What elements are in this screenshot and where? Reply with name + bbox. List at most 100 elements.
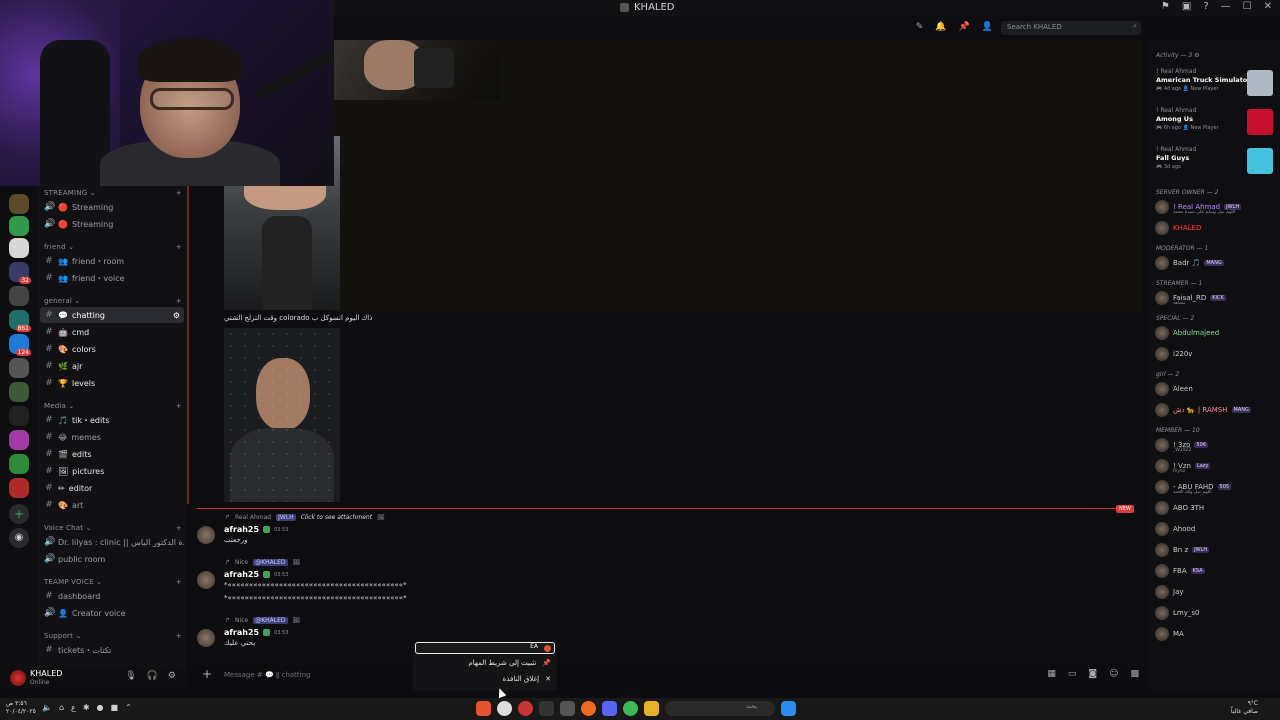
server-icon[interactable]	[9, 478, 29, 498]
search-input[interactable]: Search KHALED ⌕	[1001, 21, 1141, 35]
category-teamp-voice[interactable]: TEAMP VOICE ⌄ +	[44, 578, 182, 586]
category-friend[interactable]: friend ⌄ +	[44, 243, 182, 251]
members-icon[interactable]: 👤	[982, 22, 993, 32]
message-author[interactable]: afrah25 03:53	[224, 525, 288, 534]
channel-tickets[interactable]: # tickets・تكتات	[40, 642, 184, 658]
gif-icon[interactable]: ▭	[1068, 669, 1077, 679]
category-media[interactable]: Media ⌄ +	[44, 402, 182, 410]
server-icon[interactable]: 861	[9, 310, 31, 332]
activity-card[interactable]: ! Real Ahmad Among Us 🎮 6h ago 👤 New Playe…	[1152, 105, 1275, 139]
member-item[interactable]: Abdulmajeed	[1155, 324, 1277, 342]
message-author[interactable]: afrah25 03:53	[224, 628, 288, 637]
channel-colors[interactable]: # 🎨 colors	[40, 341, 184, 357]
member-item[interactable]: FBA KSA	[1155, 562, 1277, 580]
server-icon[interactable]	[9, 454, 29, 474]
firefox-app-icon[interactable]	[581, 701, 596, 716]
server-icon[interactable]	[9, 406, 29, 426]
gift-icon[interactable]: ▦	[1047, 669, 1056, 679]
chrome-app-icon[interactable]	[623, 701, 638, 716]
message-composer[interactable]: + Message # 💬 ǁ chatting ▦ ▭ ◙ ☺ ▩	[197, 667, 1139, 687]
clock[interactable]: ٣:٥٦ ص ٢٠/٠٤/٢٠٢٥	[6, 700, 36, 716]
channel-edits[interactable]: # 🎬 edits	[40, 446, 184, 462]
weather[interactable]: ٩°C صافي غالباً	[1231, 700, 1258, 716]
reply-preview[interactable]: ↱ Nice @KHALED 🖼	[225, 559, 300, 566]
calculator-app-icon[interactable]	[560, 701, 575, 716]
channel-public-room[interactable]: 🔊 public room	[40, 551, 184, 567]
avatar[interactable]	[197, 629, 215, 647]
help-icon[interactable]: ?	[1203, 1, 1208, 12]
headphones-icon[interactable]: 🎧	[147, 671, 158, 681]
explore-icon[interactable]: ◉	[9, 528, 29, 548]
channel-cmd[interactable]: # 🤖 cmd	[40, 324, 184, 340]
category-voice-chat[interactable]: Voice Chat ⌄ +	[44, 524, 182, 532]
member-item[interactable]: ! Vzn Lazy Riyez	[1155, 457, 1277, 475]
channel-clinic[interactable]: 🔊Dr. lilyas : clinic || عيادة الدكتور ال…	[40, 534, 184, 550]
capcut-app-icon[interactable]	[539, 701, 554, 716]
channel-editor[interactable]: # ✏ editor	[40, 480, 184, 496]
category-general[interactable]: general ⌄ +	[44, 297, 182, 305]
member-item[interactable]: Lmy_s0	[1155, 604, 1277, 622]
channel-streaming-2[interactable]: 🔊 🔴 Streaming	[40, 216, 184, 232]
threads-icon[interactable]: ✎	[916, 22, 924, 32]
channel-friend-room[interactable]: # 👥 friend・room	[40, 253, 184, 269]
member-item[interactable]: MA	[1155, 625, 1277, 643]
message-author[interactable]: afrah25 03:53	[224, 570, 288, 579]
obs-app-icon[interactable]	[518, 701, 533, 716]
server-icon[interactable]	[9, 238, 29, 258]
channel-tik-edits[interactable]: # 🎵 tik・edits	[40, 412, 184, 428]
channel-chatting[interactable]: # 💬 chatting ⚙	[40, 307, 184, 323]
reply-preview[interactable]: ↱ Nice @KHALED 🖼	[225, 617, 300, 624]
member-item[interactable]: Jay	[1155, 583, 1277, 601]
taskbar-search[interactable]: بحث	[665, 701, 775, 716]
channel-pictures[interactable]: # 🖼 pictures	[40, 463, 184, 479]
context-menu-header[interactable]: EA	[415, 642, 555, 654]
channel-ajr[interactable]: # 🌿 ajr	[40, 358, 184, 374]
close-window-item[interactable]: إغلاق النافذة ✕	[503, 675, 551, 683]
member-item[interactable]: ! 3zo 506 _W10ZZ	[1155, 436, 1277, 454]
member-item[interactable]: ABO 3TH	[1155, 499, 1277, 517]
minimize-button[interactable]: —	[1221, 1, 1231, 12]
reply-preview[interactable]: ↱ Real Ahmad JWLH Click to see attachmen…	[225, 514, 385, 521]
pin-to-taskbar-item[interactable]: تثبيت إلى شريط المهام 📌	[468, 659, 551, 667]
maximize-button[interactable]: ☐	[1243, 1, 1252, 12]
member-item[interactable]: Badr 🎵 MANG	[1155, 254, 1277, 272]
channel-memes[interactable]: # 😂 memes	[40, 429, 184, 445]
app-tray-icon[interactable]: ●	[97, 703, 104, 712]
inbox-icon[interactable]: ⚑	[1161, 1, 1170, 12]
avatar[interactable]	[197, 526, 215, 544]
channel-streaming-1[interactable]: 🔊 🔴 Streaming	[40, 199, 184, 215]
member-item[interactable]: دش 🐆 | RAMSH MANG	[1155, 401, 1277, 419]
media-app-icon[interactable]	[497, 701, 512, 716]
apps-icon[interactable]: ▩	[1130, 669, 1139, 679]
member-item[interactable]: Aleen	[1155, 380, 1277, 398]
bluetooth-icon[interactable]: ✱	[83, 703, 90, 712]
emoji-icon[interactable]: ☺	[1109, 669, 1118, 679]
microphone-icon[interactable]: 🎙	[125, 671, 136, 681]
file-explorer-icon[interactable]	[644, 701, 659, 716]
attachment-image-hands[interactable]	[334, 40, 500, 100]
attachment-image-snow[interactable]	[224, 328, 340, 502]
server-icon[interactable]: 32	[9, 262, 31, 284]
close-window-button[interactable]: ✕	[1264, 1, 1272, 12]
sticker-icon[interactable]: ◙	[1088, 669, 1097, 679]
user-name[interactable]: KHALED	[30, 669, 62, 678]
bell-icon[interactable]: 🔔	[935, 22, 946, 32]
screen-icon[interactable]: ▣	[1182, 1, 1191, 12]
server-icon[interactable]	[9, 216, 29, 236]
server-icon[interactable]	[9, 194, 29, 214]
channel-dashboard[interactable]: # dashboard	[40, 588, 184, 604]
network-icon[interactable]: ⌂	[59, 703, 64, 712]
activity-card[interactable]: ! Real Ahmad American Truck Simulator 🎮 4d…	[1152, 66, 1275, 100]
server-icon[interactable]	[9, 382, 29, 402]
member-item[interactable]: Faisal_RD KICK مشاهد	[1155, 289, 1277, 307]
settings-icon[interactable]: ⚙	[173, 311, 180, 320]
channel-creator-voice[interactable]: 🔊 👤 Creator voice	[40, 605, 184, 621]
pin-icon[interactable]: 📌	[959, 22, 970, 32]
member-item[interactable]: Bn z JWLH	[1155, 541, 1277, 559]
add-server-icon[interactable]: +	[9, 504, 29, 524]
channel-art[interactable]: # 🎨 art	[40, 497, 184, 513]
server-icon[interactable]	[9, 430, 29, 450]
chevron-up-icon[interactable]: ⌃	[125, 703, 132, 712]
composer-placeholder[interactable]: Message # 💬 ǁ chatting	[224, 671, 311, 679]
server-icon[interactable]: 124	[9, 334, 31, 356]
